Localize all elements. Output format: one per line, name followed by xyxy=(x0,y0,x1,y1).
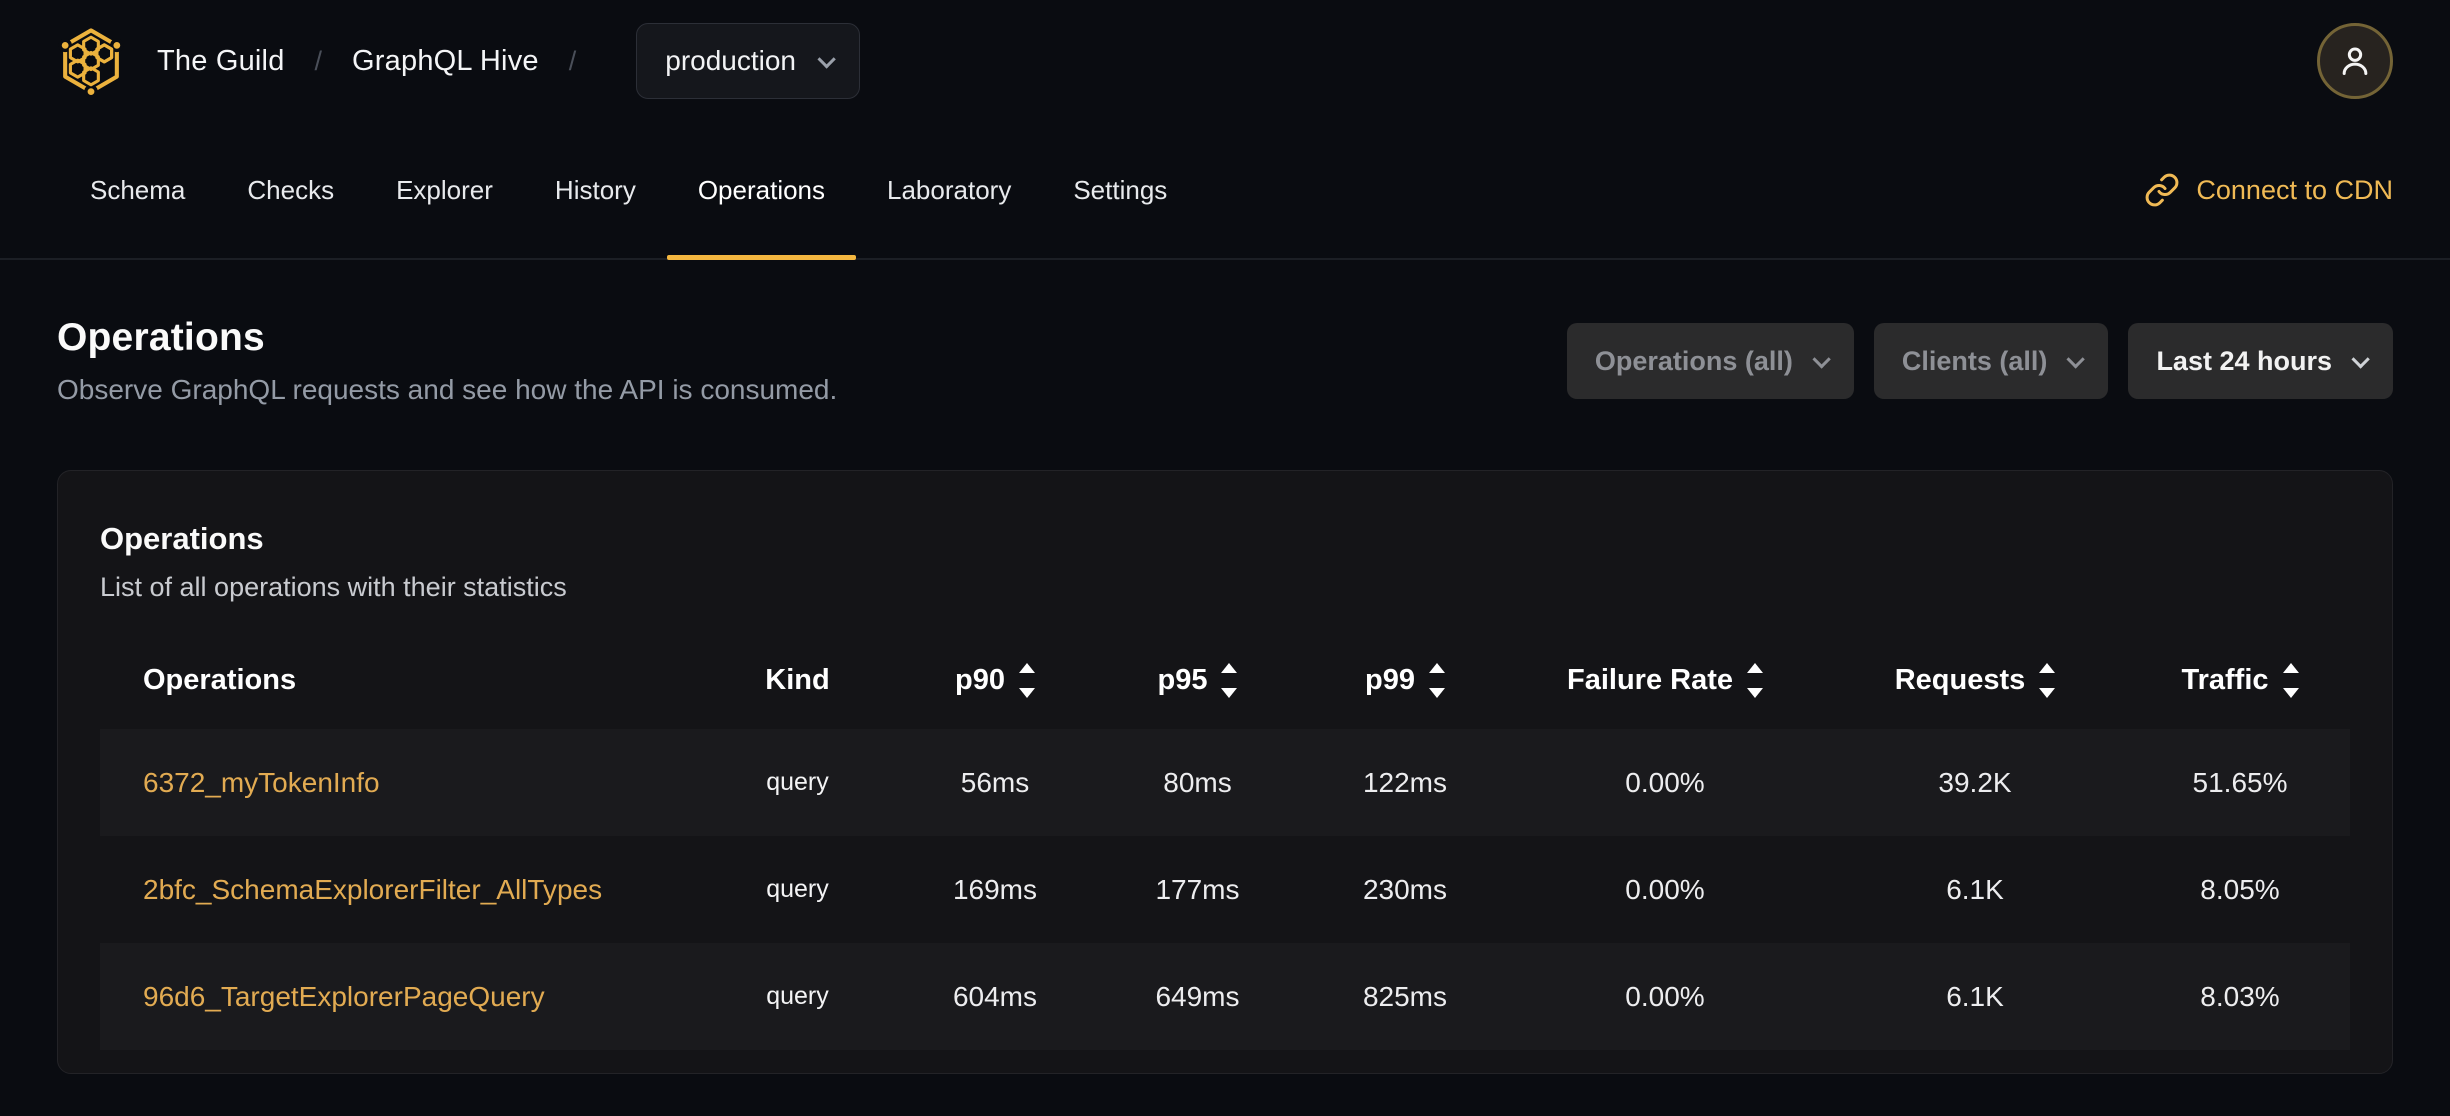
column-label: Failure Rate xyxy=(1567,663,1733,696)
cell-traffic: 51.65% xyxy=(2192,766,2288,798)
column-header-name: Operations xyxy=(100,664,700,697)
tab-settings[interactable]: Settings xyxy=(1042,122,1198,258)
cell-requests: 6.1K xyxy=(1946,980,2004,1012)
cell-p95: 649ms xyxy=(1155,980,1240,1012)
column-header-requests[interactable]: Requests xyxy=(1820,662,2130,698)
tab-operations[interactable]: Operations xyxy=(666,122,857,260)
target-selector-value: production xyxy=(665,45,797,76)
link-icon xyxy=(2146,173,2179,207)
cell-p90: 169ms xyxy=(952,873,1038,905)
connect-to-cdn-button[interactable]: Connect to CDN xyxy=(2144,122,2393,258)
column-header-p95[interactable]: p95 xyxy=(1095,662,1300,698)
tab-checks[interactable]: Checks xyxy=(216,122,365,258)
column-label: Traffic xyxy=(2181,663,2269,696)
connect-to-cdn-label: Connect to CDN xyxy=(2196,174,2393,205)
column-label: p90 xyxy=(955,663,1005,696)
cell-p99: 122ms xyxy=(1362,766,1448,798)
breadcrumb: The Guild / GraphQL Hive / xyxy=(157,45,606,78)
column-label: p99 xyxy=(1365,663,1415,696)
column-label: Operations xyxy=(143,663,297,696)
breadcrumb-org[interactable]: The Guild xyxy=(157,45,285,78)
table-header-row: Operations Kind p90 p95 p99 Failure Rate Reque… xyxy=(100,631,2350,729)
sort-icon[interactable] xyxy=(2282,662,2299,698)
column-label: Requests xyxy=(1894,663,2026,696)
page-heading: Operations Observe GraphQL requests and … xyxy=(0,316,2450,406)
table-row: 2bfc_SchemaExplorerFilter_AllTypes query 1… xyxy=(100,836,2350,943)
period-filter-dropdown[interactable]: Last 24 hours xyxy=(2128,323,2393,399)
cell-name: 2bfc_SchemaExplorerFilter_AllTypes xyxy=(100,874,700,906)
tab-schema[interactable]: Schema xyxy=(59,122,216,258)
sort-icon[interactable] xyxy=(1747,662,1763,698)
nav-tabs: Schema Checks Explorer History Operations Lab… xyxy=(59,122,1198,260)
period-filter-label: Last 24 hours xyxy=(2156,345,2332,376)
cell-name: 6372_myTokenInfo xyxy=(100,767,700,799)
cell-name: 96d6_TargetExplorerPageQuery xyxy=(100,981,700,1013)
cell-failure_rate: 0.00% xyxy=(1625,873,1705,905)
operations-table: Operations Kind p90 p95 p99 Failure Rate Reque… xyxy=(100,631,2350,1073)
page-subtitle: Observe GraphQL requests and see how the… xyxy=(57,374,838,405)
clients-filter-dropdown[interactable]: Clients (all) xyxy=(1873,323,2109,399)
operations-filter-dropdown[interactable]: Operations (all) xyxy=(1566,323,1854,399)
cell-p90: 56ms xyxy=(960,766,1030,798)
sort-icon[interactable] xyxy=(1221,662,1238,698)
cell-p95: 177ms xyxy=(1155,873,1240,905)
top-header: The Guild / GraphQL Hive / production xyxy=(0,0,2450,122)
cell-failure_rate: 0.00% xyxy=(1625,766,1705,798)
cell-requests: 6.1K xyxy=(1946,873,2004,905)
column-header-failure_rate[interactable]: Failure Rate xyxy=(1510,662,1820,698)
sort-icon[interactable] xyxy=(1018,662,1035,698)
card-title: Operations xyxy=(100,521,264,556)
cell-p99: 825ms xyxy=(1362,980,1448,1012)
breadcrumb-separator: / xyxy=(568,45,577,76)
breadcrumb-project[interactable]: GraphQL Hive xyxy=(352,45,539,78)
main-nav: Schema Checks Explorer History Operations Lab… xyxy=(0,122,2450,260)
cell-p95: 80ms xyxy=(1163,766,1232,798)
table-body: 6372_myTokenInfo query 56ms 80ms 122ms 0.00% 3… xyxy=(100,729,2350,1073)
tab-history[interactable]: History xyxy=(524,122,667,258)
target-selector[interactable]: production xyxy=(636,23,861,99)
cell-kind: query xyxy=(766,982,829,1010)
operation-link[interactable]: 2bfc_SchemaExplorerFilter_AllTypes xyxy=(143,874,602,905)
cell-kind: query xyxy=(766,875,829,903)
user-avatar[interactable] xyxy=(2317,23,2393,99)
breadcrumb-separator: / xyxy=(314,45,323,76)
page-title: Operations xyxy=(57,316,265,359)
column-header-kind: Kind xyxy=(700,664,895,697)
operation-link[interactable]: 6372_myTokenInfo xyxy=(143,767,380,798)
cell-requests: 39.2K xyxy=(1938,766,2012,798)
cell-traffic: 8.03% xyxy=(2200,980,2280,1012)
chevron-down-icon xyxy=(817,49,836,69)
table-row: 6c00_schemaPublishmutation678ms1.06s1.98… xyxy=(100,1050,2350,1073)
operation-link[interactable]: 96d6_TargetExplorerPageQuery xyxy=(143,981,545,1012)
sort-icon[interactable] xyxy=(2039,662,2056,698)
clients-filter-label: Clients (all) xyxy=(1901,345,2048,376)
cell-p99: 230ms xyxy=(1362,873,1448,905)
chevron-down-icon xyxy=(1812,349,1831,369)
chevron-down-icon xyxy=(2351,349,2370,369)
table-row: 96d6_TargetExplorerPageQuery query 604ms 64… xyxy=(100,943,2350,1050)
column-header-p99[interactable]: p99 xyxy=(1300,662,1510,698)
cell-p90: 604ms xyxy=(952,980,1038,1012)
cell-failure_rate: 0.00% xyxy=(1625,980,1705,1012)
column-header-traffic[interactable]: Traffic xyxy=(2130,662,2350,698)
chevron-down-icon xyxy=(2066,349,2086,369)
tab-laboratory[interactable]: Laboratory xyxy=(856,122,1042,258)
sort-icon[interactable] xyxy=(1428,662,1445,698)
filters: Operations (all) Clients (all) Last 24 h… xyxy=(1566,323,2393,399)
table-row: 6372_myTokenInfo query 56ms 80ms 122ms 0.00% 3… xyxy=(100,729,2350,836)
tab-explorer[interactable]: Explorer xyxy=(365,122,524,258)
operations-filter-label: Operations (all) xyxy=(1594,345,1793,376)
column-header-p90[interactable]: p90 xyxy=(895,662,1095,698)
column-label: p95 xyxy=(1157,663,1208,696)
column-label: Kind xyxy=(765,663,830,696)
card-subtitle: List of all operations with their statis… xyxy=(100,572,567,602)
cell-traffic: 8.05% xyxy=(2200,873,2280,905)
user-icon xyxy=(2342,47,2368,75)
hive-logo-icon[interactable] xyxy=(57,24,125,98)
operations-card: Operations List of all operations with t… xyxy=(57,470,2393,1074)
cell-kind: query xyxy=(766,768,829,796)
